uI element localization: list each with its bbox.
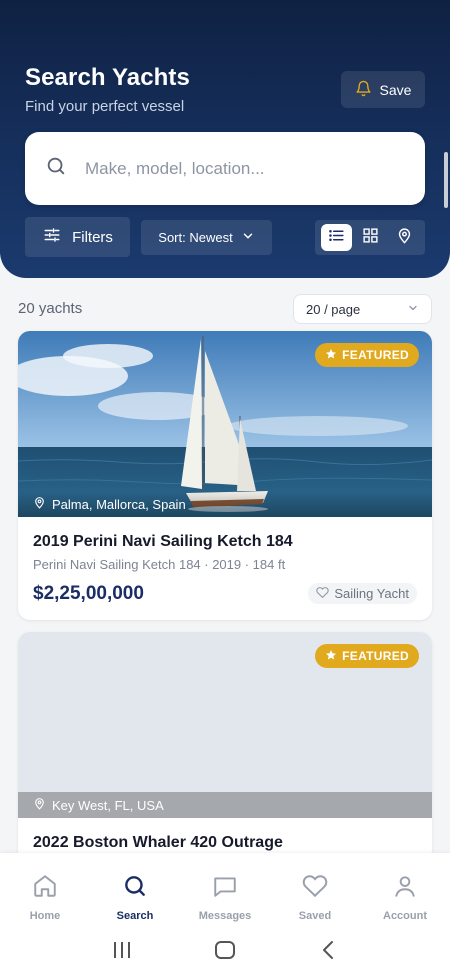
search-input[interactable] <box>85 158 385 179</box>
chevron-down-icon <box>241 229 255 246</box>
map-view-button[interactable] <box>389 224 420 251</box>
nav-home[interactable]: Home <box>5 873 85 922</box>
yacht-photo: FEATURED Palma, Mallorca, Spain <box>18 331 432 517</box>
per-page-select[interactable]: 20 / page <box>293 294 432 324</box>
nav-account[interactable]: Account <box>365 873 445 922</box>
location-label: Palma, Mallorca, Spain <box>18 491 432 517</box>
save-search-button[interactable]: Save <box>341 71 425 108</box>
badge-label: FEATURED <box>342 649 409 663</box>
view-mode-toggle <box>315 220 425 255</box>
filters-label: Filters <box>72 228 113 246</box>
map-pin-icon <box>396 227 413 249</box>
scrollbar[interactable] <box>444 152 448 208</box>
listing-card[interactable]: FEATURED Palma, Mallorca, Spain 2019 Per… <box>18 331 432 620</box>
star-icon <box>325 649 337 664</box>
message-icon <box>212 873 238 904</box>
grid-view-button[interactable] <box>355 224 386 251</box>
search-icon <box>45 155 67 182</box>
sliders-icon <box>42 226 62 248</box>
yacht-price: $2,25,00,000 <box>33 583 144 604</box>
recent-apps-button[interactable] <box>111 940 133 965</box>
heart-icon <box>316 586 329 602</box>
header: Search Yachts Find your perfect vessel S… <box>0 0 450 278</box>
back-button[interactable] <box>317 940 339 965</box>
heart-icon <box>302 873 328 904</box>
nav-label: Home <box>29 910 61 922</box>
list-icon <box>328 227 345 249</box>
results-count: 20 yachts <box>18 300 83 317</box>
filters-button[interactable]: Filters <box>25 217 130 257</box>
badge-label: FEATURED <box>342 348 409 362</box>
nav-saved[interactable]: Saved <box>275 873 355 922</box>
yacht-name: 2019 Perini Navi Sailing Ketch 184 <box>33 533 293 550</box>
nav-label: Saved <box>298 910 332 922</box>
listing-card[interactable]: FEATURED Key West, FL, USA 2022 Boston W… <box>18 632 432 862</box>
system-nav-bar <box>0 929 450 975</box>
location-text: Palma, Mallorca, Spain <box>52 496 186 512</box>
list-view-button[interactable] <box>320 224 352 251</box>
save-label: Save <box>379 81 412 98</box>
location-label: Key West, FL, USA <box>18 792 432 818</box>
sort-label: Sort: Newest <box>158 230 233 245</box>
page-subtitle: Find your perfect vessel <box>25 98 185 115</box>
nav-label: Search <box>116 910 154 922</box>
star-icon <box>325 348 337 363</box>
user-icon <box>392 873 418 904</box>
bell-icon <box>355 80 372 100</box>
featured-badge: FEATURED <box>315 343 419 367</box>
location-text: Key West, FL, USA <box>52 797 164 813</box>
featured-badge: FEATURED <box>315 644 419 668</box>
per-page-value: 20 / page <box>306 301 361 317</box>
nav-search[interactable]: Search <box>95 873 175 922</box>
search-icon <box>122 873 148 904</box>
search-bar[interactable] <box>25 132 425 205</box>
grid-icon <box>362 227 379 249</box>
yacht-type-tag[interactable]: Sailing Yacht <box>308 583 417 604</box>
sort-dropdown[interactable]: Sort: Newest <box>141 220 272 255</box>
map-pin-icon <box>33 797 46 813</box>
nav-label: Account <box>383 910 427 922</box>
type-label: Sailing Yacht <box>334 586 409 601</box>
nav-label: Messages <box>198 910 252 922</box>
home-icon <box>32 873 58 904</box>
home-button[interactable] <box>214 940 236 965</box>
page-title: Search Yachts <box>25 64 190 91</box>
bottom-nav: Home Search Messages Saved Account <box>0 853 450 929</box>
nav-messages[interactable]: Messages <box>185 873 265 922</box>
yacht-photo-placeholder: FEATURED Key West, FL, USA <box>18 632 432 818</box>
chevron-down-icon <box>407 302 419 317</box>
yacht-meta: Perini Navi Sailing Ketch 184 · 2019 · 1… <box>33 557 286 572</box>
yacht-name: 2022 Boston Whaler 420 Outrage <box>33 834 283 851</box>
map-pin-icon <box>33 496 46 512</box>
